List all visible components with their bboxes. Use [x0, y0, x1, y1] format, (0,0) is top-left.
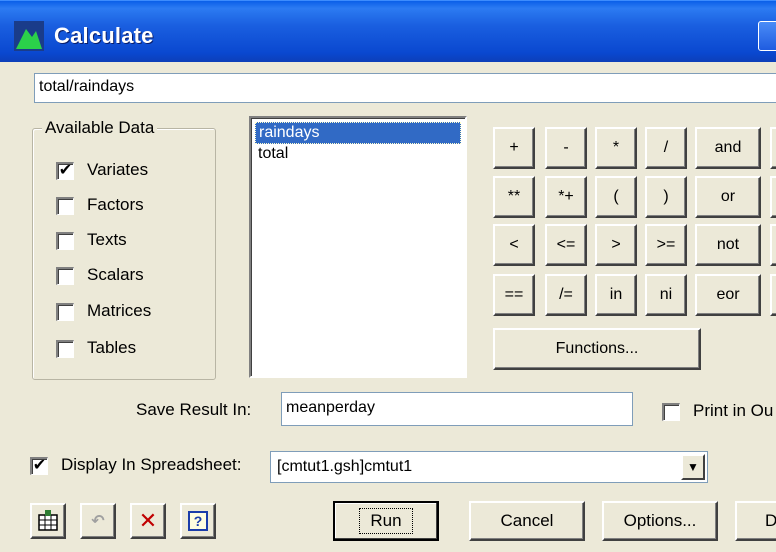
checkbox-texts-box[interactable]: [56, 232, 74, 250]
undo-button[interactable]: ↶: [80, 503, 116, 539]
checkbox-scalars-box[interactable]: [56, 267, 74, 285]
run-button-label: Run: [359, 508, 413, 534]
op-rparen-button[interactable]: ): [645, 176, 687, 218]
checkbox-scalars-label: Scalars: [87, 265, 144, 284]
op-extra-button-4[interactable]: [770, 274, 776, 316]
op-and-button[interactable]: and: [695, 127, 761, 169]
checkbox-matrices-label: Matrices: [87, 301, 152, 320]
spreadsheet-icon: [38, 510, 58, 531]
functions-button[interactable]: Functions...: [493, 328, 701, 370]
checkbox-factors-label: Factors: [87, 195, 144, 214]
clear-button[interactable]: ✕: [130, 503, 166, 539]
save-result-label: Save Result In:: [136, 400, 252, 419]
window-title: Calculate: [54, 23, 154, 48]
help-icon: ?: [188, 511, 208, 531]
print-in-output-box[interactable]: [662, 403, 680, 421]
op-eor-button[interactable]: eor: [695, 274, 761, 316]
op-lparen-button[interactable]: (: [595, 176, 637, 218]
list-item-raindays[interactable]: raindays: [255, 122, 461, 144]
checkbox-texts-label: Texts: [87, 230, 127, 249]
run-button[interactable]: Run: [333, 501, 439, 541]
op-gt-button[interactable]: >: [595, 224, 637, 266]
op-plus-button[interactable]: +: [493, 127, 535, 169]
spreadsheet-select[interactable]: [cmtut1.gsh]cmtut1 ▼: [270, 451, 708, 483]
display-spreadsheet-box[interactable]: ✔: [30, 457, 48, 475]
title-bar[interactable]: Calculate: [0, 0, 776, 62]
list-item-total[interactable]: total: [255, 144, 291, 166]
op-ne-button[interactable]: /=: [545, 274, 587, 316]
op-not-button[interactable]: not: [695, 224, 761, 266]
op-divide-button[interactable]: /: [645, 127, 687, 169]
checkbox-tables-label: Tables: [87, 338, 137, 357]
help-button[interactable]: ?: [180, 503, 216, 539]
expression-text: total/raindays: [39, 78, 135, 95]
clear-icon: ✕: [138, 508, 158, 533]
op-extra-button-3[interactable]: [770, 224, 776, 266]
op-minus-button[interactable]: -: [545, 127, 587, 169]
checkbox-variates-box[interactable]: ✔: [56, 162, 74, 180]
print-in-output-label: Print in Ou: [693, 401, 774, 420]
save-result-input[interactable]: meanperday: [281, 392, 633, 426]
checkbox-variates-label: Variates: [87, 160, 149, 179]
save-result-value: meanperday: [286, 399, 375, 416]
available-data-legend: Available Data: [42, 118, 158, 138]
expression-input[interactable]: total/raindays: [34, 73, 776, 103]
op-ni-button[interactable]: ni: [645, 274, 687, 316]
options-button[interactable]: Options...: [602, 501, 718, 541]
minimize-button[interactable]: [758, 21, 776, 51]
op-eq-button[interactable]: ==: [493, 274, 535, 316]
spreadsheet-select-value: [cmtut1.gsh]cmtut1: [277, 458, 413, 475]
op-or-button[interactable]: or: [695, 176, 761, 218]
checkbox-tables-box[interactable]: [56, 340, 74, 358]
checkbox-matrices-box[interactable]: [56, 303, 74, 321]
op-multiply-button[interactable]: *: [595, 127, 637, 169]
spreadsheet-button[interactable]: [30, 503, 66, 539]
op-lt-button[interactable]: <: [493, 224, 535, 266]
checkbox-factors-box[interactable]: [56, 197, 74, 215]
undo-icon: ↶: [91, 513, 105, 530]
op-le-button[interactable]: <=: [545, 224, 587, 266]
chevron-down-icon[interactable]: ▼: [681, 454, 705, 480]
op-ge-button[interactable]: >=: [645, 224, 687, 266]
op-in-button[interactable]: in: [595, 274, 637, 316]
display-spreadsheet-label: Display In Spreadsheet:: [61, 455, 242, 474]
cancel-button[interactable]: Cancel: [469, 501, 585, 541]
app-icon: [14, 21, 44, 51]
op-extra-button-1[interactable]: [770, 127, 776, 169]
defaults-button[interactable]: D: [735, 501, 776, 541]
op-matmul-button[interactable]: *+: [545, 176, 587, 218]
data-listbox[interactable]: raindays total: [249, 116, 467, 378]
op-power-button[interactable]: **: [493, 176, 535, 218]
op-extra-button-2[interactable]: [770, 176, 776, 218]
